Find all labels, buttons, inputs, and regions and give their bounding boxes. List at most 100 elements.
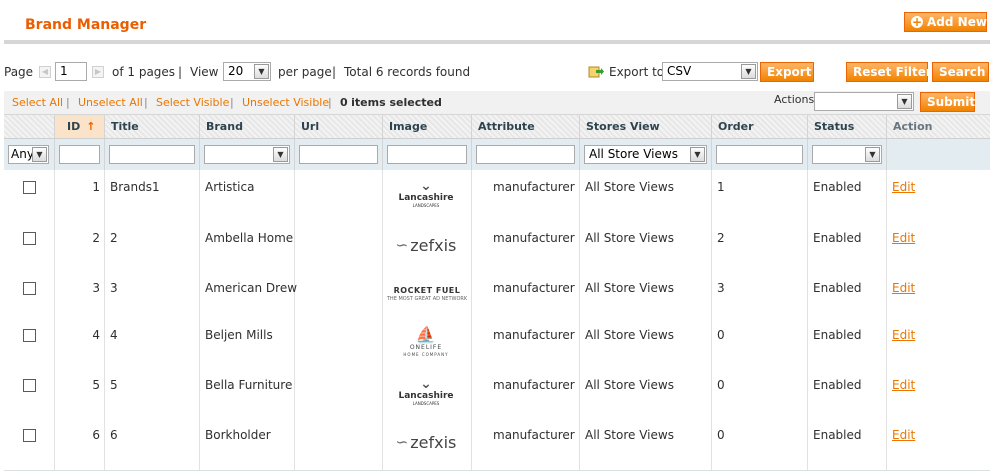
status-filter-select[interactable]: ▼ (812, 145, 882, 164)
column-header-image[interactable]: Image (383, 115, 472, 138)
select-all-link[interactable]: Select All (12, 96, 63, 109)
cell-text-brand: Ambella Home (205, 231, 294, 245)
edit-link[interactable]: Edit (892, 378, 915, 392)
cell-text-status: Enabled (813, 328, 862, 342)
bird-icon: ⌄ (420, 376, 432, 392)
column-header-id[interactable]: ID ↑ (55, 115, 105, 138)
brand-logo-image: ⌄ Lancashire LANDSCAPES (397, 176, 455, 212)
filter-cell-title (105, 139, 200, 170)
logo-tagline: LANDSCAPES (412, 203, 440, 208)
export-button[interactable]: Export (760, 62, 814, 82)
unselect-all-link[interactable]: Unselect All (78, 96, 143, 109)
table-cell-id: 5 (55, 368, 105, 418)
filter-cell-action (887, 139, 990, 170)
brand-filter-select[interactable]: ▼ (204, 145, 290, 164)
export-format-value: CSV (667, 64, 692, 78)
next-page-icon[interactable]: ▶ (92, 66, 104, 78)
unselect-visible-link[interactable]: Unselect Visible (242, 96, 329, 109)
filter-cell-attribute (472, 139, 580, 170)
edit-link[interactable]: Edit (892, 428, 915, 442)
row-checkbox[interactable] (23, 181, 36, 194)
per-page-select[interactable]: 20 ▼ (223, 62, 271, 81)
chevron-down-icon: ▼ (690, 147, 705, 162)
column-header-action: Action (893, 120, 933, 133)
export-format-select[interactable]: CSV ▼ (662, 62, 758, 81)
items-selected-count: 0 (340, 96, 348, 109)
cell-text-order: 2 (717, 231, 725, 245)
attribute-filter-input[interactable] (476, 145, 575, 164)
id-filter-input[interactable] (59, 145, 100, 164)
actions-label: Actions (774, 93, 815, 106)
url-filter-input[interactable] (299, 145, 378, 164)
table-cell-image: ⌄ Lancashire LANDSCAPES (383, 170, 472, 221)
title-filter-input[interactable] (109, 145, 195, 164)
table-cell-brand: Ambella Home (200, 221, 295, 271)
table-cell-status: Enabled (808, 318, 887, 368)
column-header-title[interactable]: Title (105, 115, 200, 138)
table-cell-action: Edit (887, 318, 990, 368)
actions-select[interactable]: ▼ (814, 92, 914, 111)
filter-cell-status: ▼ (808, 139, 887, 170)
cell-text-title: 2 (110, 231, 118, 245)
search-button[interactable]: Search (932, 62, 989, 82)
row-checkbox[interactable] (23, 232, 36, 245)
table-cell-action: Edit (887, 271, 990, 318)
submit-button[interactable]: Submit (920, 92, 975, 112)
order-filter-input[interactable] (716, 145, 803, 164)
edit-link[interactable]: Edit (892, 231, 915, 245)
page-input[interactable]: 1 (55, 62, 87, 81)
table-cell-stores: All Store Views (580, 170, 712, 221)
column-header-order[interactable]: Order (712, 115, 808, 138)
image-filter-input[interactable] (387, 145, 467, 164)
row-checkbox[interactable] (23, 379, 36, 392)
table-cell-status: Enabled (808, 271, 887, 318)
table-cell-action: Edit (887, 418, 990, 470)
cell-text-id: 5 (92, 378, 100, 392)
select-visible-link[interactable]: Select Visible (156, 96, 229, 109)
edit-link[interactable]: Edit (892, 180, 915, 194)
cell-text-title: Brands1 (110, 180, 160, 194)
edit-link[interactable]: Edit (892, 328, 915, 342)
table-cell-stores: All Store Views (580, 221, 712, 271)
cell-text-attribute: manufacturer (493, 328, 575, 342)
cell-text-attribute: manufacturer (493, 378, 575, 392)
add-new-button[interactable]: + Add New (904, 12, 987, 32)
cell-text-stores: All Store Views (585, 281, 674, 295)
pager-separator: | (178, 65, 183, 79)
cell-text-attribute: manufacturer (493, 180, 575, 194)
row-checkbox[interactable] (23, 429, 36, 442)
table-cell-title: Brands1 (105, 170, 200, 221)
row-checkbox[interactable] (23, 329, 36, 342)
cell-text-id: 6 (92, 428, 100, 442)
column-header-url[interactable]: Url (295, 115, 383, 138)
table-row: 6 6 Borkholder ∽ zefxis manufacturer All Store… (4, 418, 990, 471)
table-cell-order: 0 (712, 418, 808, 470)
row-checkbox[interactable] (23, 282, 36, 295)
table-cell-image: ∽ zefxis (383, 221, 472, 271)
column-header-brand[interactable]: Brand (200, 115, 295, 138)
column-header-attribute[interactable]: Attribute (472, 115, 580, 138)
page-title: Brand Manager (25, 17, 147, 33)
prev-page-icon[interactable]: ◀ (39, 66, 51, 78)
chevron-down-icon: ▼ (254, 64, 269, 79)
cell-text-title: 4 (110, 328, 118, 342)
cell-text-title: 6 (110, 428, 118, 442)
edit-link[interactable]: Edit (892, 281, 915, 295)
brand-logo-image: ROCKET FUEL THE MOST GREAT AD NETWORK (387, 277, 467, 313)
table-cell-order: 0 (712, 368, 808, 418)
table-cell-image: ⌄ Lancashire LANDSCAPES (383, 368, 472, 418)
column-header-stores-view[interactable]: Stores View (580, 115, 712, 138)
select-filter[interactable]: Any ▼ (8, 145, 49, 164)
page-label: Page (4, 65, 34, 79)
reset-filter-button[interactable]: Reset Filter (846, 62, 932, 82)
table-cell-status: Enabled (808, 221, 887, 271)
column-header-status[interactable]: Status (808, 115, 887, 138)
grid-pager: Page ◀ 1 ▶ of 1 pages | View 20 ▼ per pa… (4, 62, 994, 82)
table-cell-order: 1 (712, 170, 808, 221)
table-cell-url (295, 271, 383, 318)
stores-view-filter-select[interactable]: All Store Views ▼ (584, 145, 707, 164)
cell-text-brand: Artistica (205, 180, 255, 194)
table-cell-brand: Beljen Mills (200, 318, 295, 368)
chevron-down-icon: ▼ (32, 147, 47, 162)
cell-text-stores: All Store Views (585, 378, 674, 392)
